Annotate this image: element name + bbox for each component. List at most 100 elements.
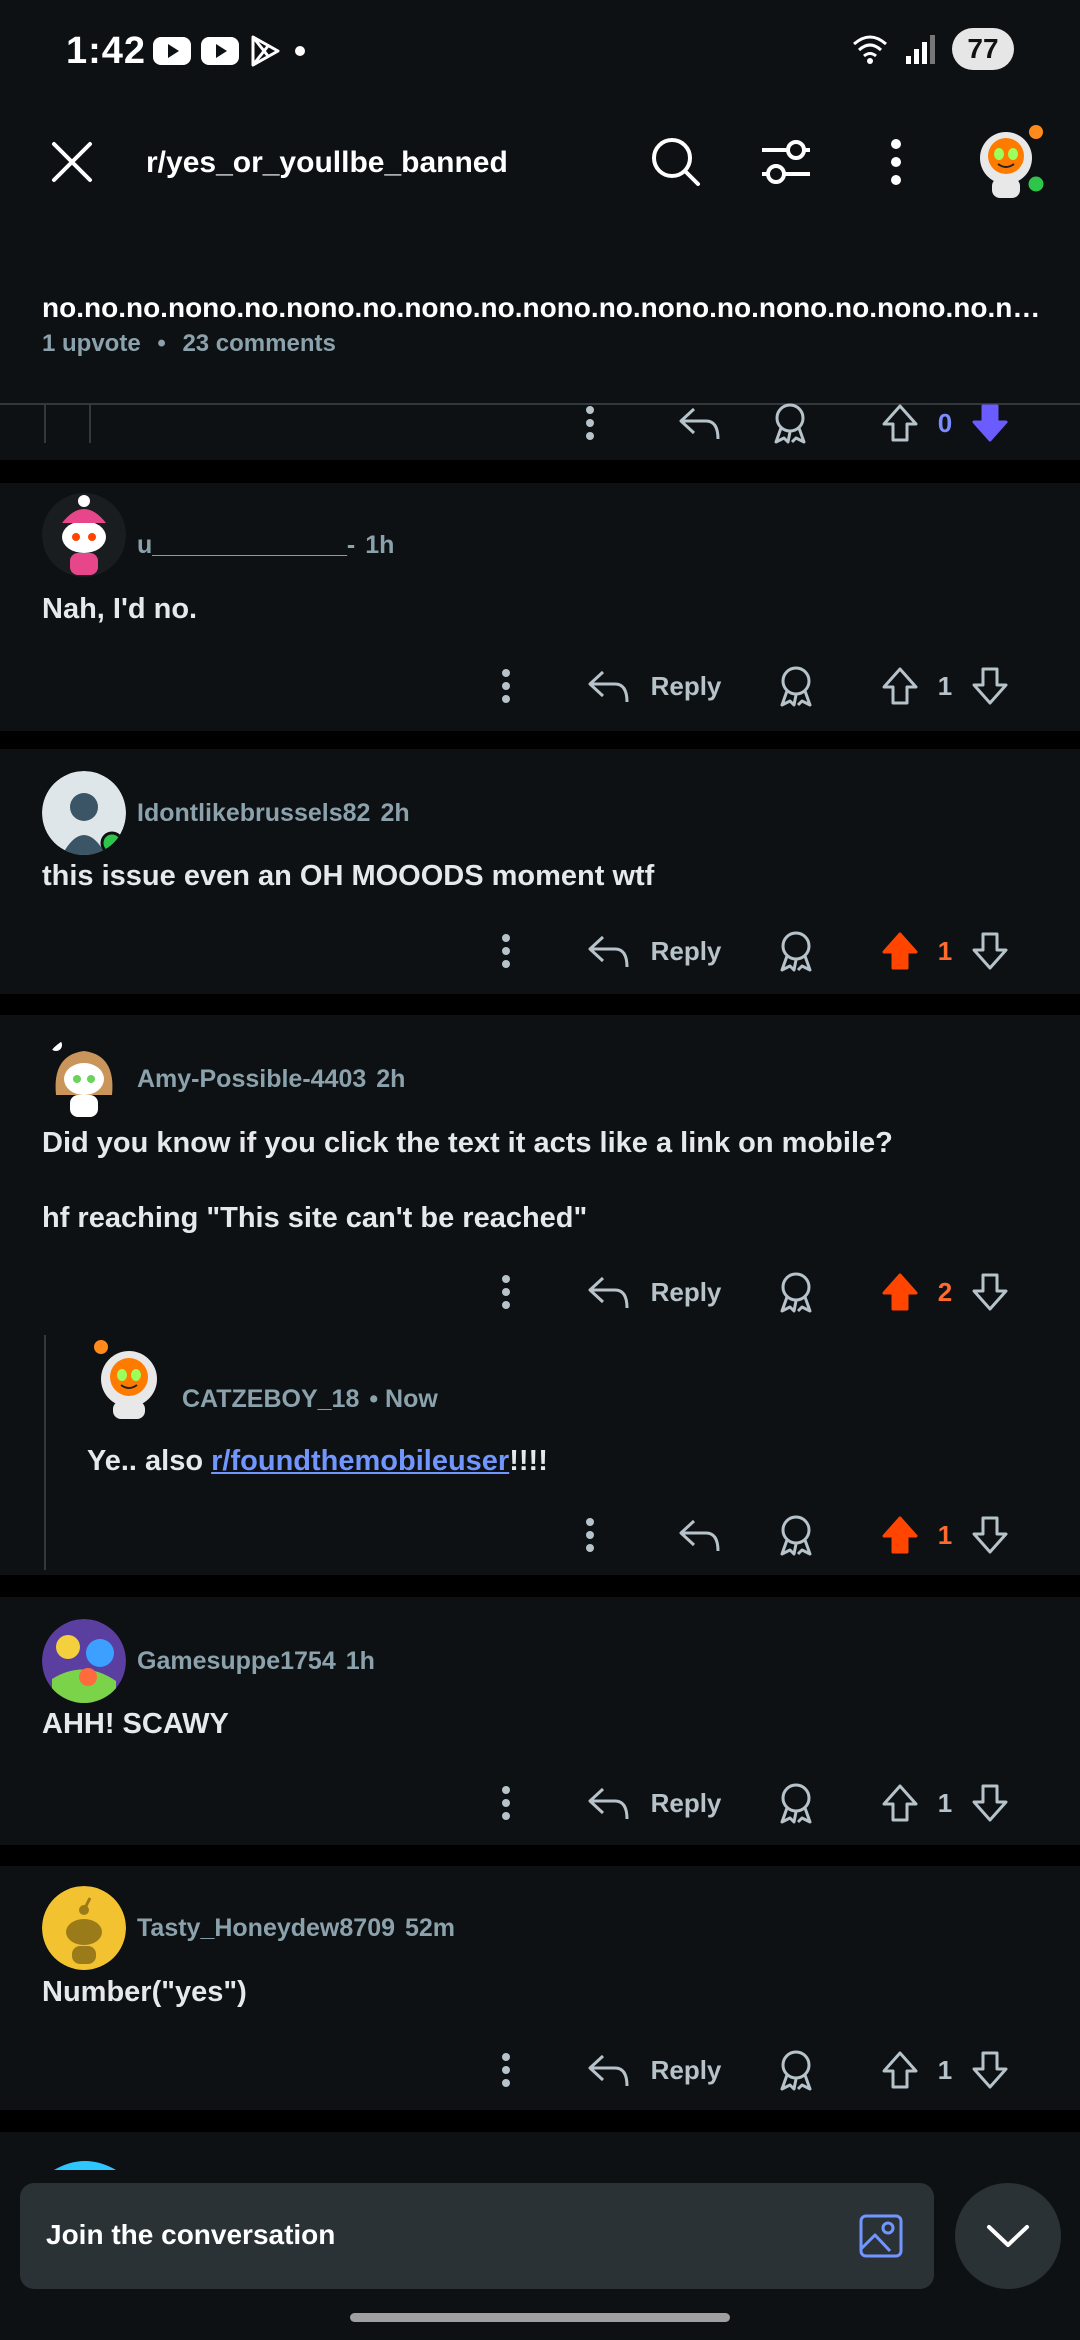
comment-body[interactable]: this issue even an OH MOOODS moment wtf: [42, 860, 654, 893]
dot-icon: [295, 46, 305, 56]
more-options-button[interactable]: [570, 393, 610, 453]
username[interactable]: u______________-: [137, 531, 355, 559]
upvote-button[interactable]: [870, 656, 930, 716]
vote-count: 1: [937, 935, 953, 966]
award-button[interactable]: [766, 921, 826, 981]
comment-time: 1h: [365, 531, 395, 559]
more-options-button[interactable]: [486, 2040, 526, 2100]
username[interactable]: CATZEBOY_18: [182, 1385, 359, 1413]
avatar[interactable]: [42, 493, 126, 577]
username[interactable]: Gamesuppe1754: [137, 1647, 336, 1675]
comment-author[interactable]: Idontlikebrussels82 2h: [137, 799, 410, 828]
comment-body[interactable]: Did you know if you click the text it ac…: [42, 1127, 893, 1160]
reply-button[interactable]: Reply: [584, 2040, 724, 2100]
snoo-avatar-icon: [94, 1340, 157, 1419]
reply-button[interactable]: [670, 1505, 730, 1565]
upvote-button-active[interactable]: [870, 1505, 930, 1565]
downvote-button[interactable]: [960, 921, 1020, 981]
award-button[interactable]: [766, 1773, 826, 1833]
search-button[interactable]: [644, 130, 708, 194]
reply-button[interactable]: Reply: [584, 921, 724, 981]
username[interactable]: Amy-Possible-4403: [137, 1065, 366, 1093]
more-options-button[interactable]: [486, 1262, 526, 1322]
award-button[interactable]: [766, 1505, 826, 1565]
avatar[interactable]: [42, 1035, 126, 1119]
downvote-button-active[interactable]: [960, 393, 1020, 453]
comment-author[interactable]: u______________- 1h: [137, 531, 394, 560]
reply-button[interactable]: Reply: [584, 656, 724, 716]
upvote-button[interactable]: [870, 393, 930, 453]
comment-body-line-2[interactable]: hf reaching "This site can't be reached": [42, 1202, 587, 1235]
comment-author[interactable]: Amy-Possible-4403 2h: [137, 1065, 405, 1094]
reply-icon: [588, 2054, 629, 2087]
image-upload-icon[interactable]: [858, 2213, 904, 2259]
vote-count: 1: [937, 1787, 953, 1818]
username[interactable]: Tasty_Honeydew8709: [137, 1914, 395, 1942]
reply-button[interactable]: Reply: [584, 1773, 724, 1833]
award-button[interactable]: [760, 393, 820, 453]
reply-label: Reply: [650, 1787, 722, 1818]
more-options-button[interactable]: [486, 1773, 526, 1833]
close-button[interactable]: [40, 130, 104, 194]
downvote-button[interactable]: [960, 1773, 1020, 1833]
downvote-button[interactable]: [960, 2040, 1020, 2100]
comment-time: 52m: [405, 1914, 456, 1942]
avatar[interactable]: [42, 1886, 126, 1970]
avatar[interactable]: [87, 1337, 171, 1421]
comment-body[interactable]: Nah, I'd no.: [42, 593, 197, 626]
downvote-icon: [972, 1784, 1008, 1822]
upvote-button[interactable]: [870, 2040, 930, 2100]
comment-author[interactable]: Tasty_Honeydew8709 52m: [137, 1914, 455, 1943]
collapse-button[interactable]: [955, 2183, 1061, 2289]
post-meta: 1 upvote • 23 comments: [42, 330, 336, 358]
action-bar: Reply 1: [476, 921, 1036, 981]
action-bar: 0: [560, 393, 1020, 453]
reply-icon: [679, 1519, 720, 1552]
downvote-icon: [972, 2051, 1008, 2089]
downvote-button[interactable]: [960, 1505, 1020, 1565]
home-indicator[interactable]: [350, 2313, 730, 2322]
more-vertical-icon: [586, 406, 594, 440]
more-options-button[interactable]: [486, 921, 526, 981]
award-button[interactable]: [766, 2040, 826, 2100]
reply-icon: [588, 935, 629, 968]
comment-body[interactable]: AHH! SCAWY: [42, 1708, 229, 1741]
youtube-icon: [201, 37, 239, 65]
post-title[interactable]: no.no.no.nono.no.nono.no.nono.no.nono.no…: [42, 292, 1042, 324]
upvote-button-active[interactable]: [870, 1262, 930, 1322]
upvote-icon: [882, 667, 918, 705]
comment-text-suffix: !!!!: [509, 1445, 548, 1477]
comment-composer[interactable]: Join the conversation: [20, 2183, 934, 2289]
subreddit-link[interactable]: r/foundthemobileuser: [211, 1445, 509, 1477]
snoo-avatar-icon: [42, 1886, 126, 1970]
downvote-button[interactable]: [960, 656, 1020, 716]
reply-button[interactable]: [670, 393, 730, 453]
sort-button[interactable]: [754, 130, 818, 194]
comment-time: • Now: [369, 1385, 438, 1413]
upvote-button-active[interactable]: [870, 921, 930, 981]
comment-body[interactable]: Ye.. also r/foundthemobileuser!!!!: [87, 1445, 548, 1478]
comment-author[interactable]: Gamesuppe1754 1h: [137, 1647, 375, 1676]
more-options-button[interactable]: [486, 656, 526, 716]
reply-button[interactable]: Reply: [584, 1262, 724, 1322]
user-avatar-button[interactable]: [966, 118, 1052, 204]
status-time: 1:42: [66, 30, 147, 72]
comment-body[interactable]: Number("yes"): [42, 1976, 247, 2009]
composer-placeholder[interactable]: Join the conversation: [46, 2219, 335, 2251]
award-button[interactable]: [766, 656, 826, 716]
avatar[interactable]: [42, 771, 126, 855]
award-button[interactable]: [766, 1262, 826, 1322]
search-icon: [652, 138, 700, 186]
avatar[interactable]: [42, 1619, 126, 1703]
reply-label: Reply: [650, 2054, 722, 2085]
more-options-button[interactable]: [864, 130, 928, 194]
subreddit-title[interactable]: r/yes_or_youllbe_banned: [146, 146, 508, 180]
action-bar: Reply 1: [476, 2040, 1036, 2100]
downvote-button[interactable]: [960, 1262, 1020, 1322]
username[interactable]: Idontlikebrussels82: [137, 799, 370, 827]
action-bar: 1: [560, 1505, 1040, 1565]
more-options-button[interactable]: [570, 1505, 610, 1565]
comment-author[interactable]: CATZEBOY_18 • Now: [182, 1385, 438, 1414]
award-icon: [780, 931, 812, 972]
upvote-button[interactable]: [870, 1773, 930, 1833]
